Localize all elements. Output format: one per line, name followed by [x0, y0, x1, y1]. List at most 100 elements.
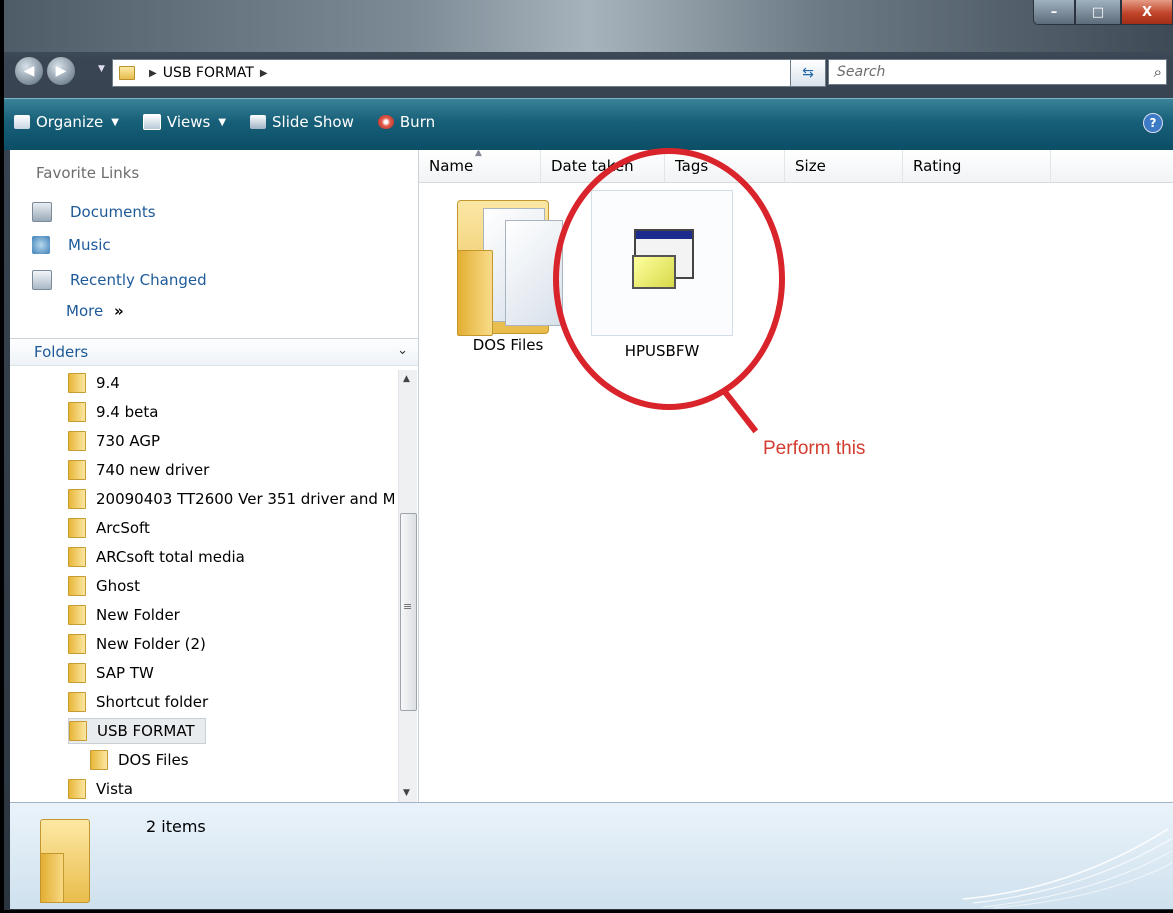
search-input[interactable]: Search ⌕: [828, 59, 1167, 85]
organize-icon: [14, 115, 30, 129]
column-name[interactable]: ▲ Name: [419, 148, 541, 182]
scroll-up-arrow-icon[interactable]: ▲: [403, 374, 410, 384]
folder-tree-item[interactable]: 9.4: [68, 370, 120, 396]
column-label: Rating: [913, 157, 962, 175]
views-label: Views: [166, 113, 211, 131]
folder-tree-label: DOS Files: [118, 751, 189, 769]
favorite-music[interactable]: Music: [32, 236, 111, 254]
folder-icon: [68, 576, 86, 596]
folder-icon: [119, 66, 135, 80]
annotation-circle: [553, 148, 785, 410]
folder-icon: [68, 402, 86, 422]
forward-button[interactable]: ▶: [46, 56, 76, 86]
folder-tree-item[interactable]: New Folder (2): [68, 631, 206, 657]
breadcrumb-separator-icon[interactable]: ▶: [149, 68, 157, 79]
organize-label: Organize: [36, 113, 104, 131]
folder-icon: [69, 721, 87, 741]
slideshow-icon: [250, 115, 267, 129]
search-placeholder: Search: [837, 64, 886, 80]
folder-tree-item[interactable]: 740 new driver: [68, 457, 209, 483]
folder-tree-scrollbar[interactable]: ▲ ≡ ▼: [398, 370, 417, 802]
folder-tree-item[interactable]: Vista: [68, 776, 133, 802]
close-button[interactable]: X: [1121, 0, 1173, 25]
file-item-label: DOS Files: [472, 336, 544, 354]
folders-header[interactable]: Folders ⌄: [10, 338, 418, 366]
folder-tree-label: Vista: [96, 780, 133, 798]
breadcrumb-usb-format[interactable]: USB FORMAT: [163, 65, 254, 81]
breadcrumb-separator-icon[interactable]: ▶: [260, 68, 268, 79]
file-list-pane: ▲ Name Date taken Tags Size Rating DOS F…: [419, 148, 1173, 802]
explorer-window: – □ X ◀ ▶ ▼ ▶ USB FORMAT ▶ ▼ ⇆ Search ⌕ …: [4, 0, 1173, 910]
folder-tree-item[interactable]: Shortcut folder: [68, 689, 208, 715]
folder-tree-label: 9.4: [96, 374, 120, 392]
folder-tree-item[interactable]: Ghost: [68, 573, 140, 599]
folder-tree-item[interactable]: SAP TW: [68, 660, 154, 686]
views-icon: [142, 114, 161, 130]
refresh-button[interactable]: ⇆: [790, 59, 826, 87]
slideshow-label: Slide Show: [272, 113, 354, 131]
folder-tree-label: 730 AGP: [96, 432, 161, 450]
search-icon[interactable]: ⌕: [1154, 63, 1162, 81]
folder-icon: [68, 518, 86, 538]
folder-icon: [68, 460, 86, 480]
folder-tree-item[interactable]: 9.4 beta: [68, 399, 158, 425]
folder-icon: [34, 813, 90, 903]
favorite-documents[interactable]: Documents: [32, 202, 156, 222]
column-rating[interactable]: Rating: [903, 150, 1051, 182]
details-pane: 2 items: [10, 802, 1173, 909]
folder-icon: [68, 634, 86, 654]
title-bar: – □ X: [4, 0, 1173, 52]
folder-tree-item[interactable]: ArcSoft: [68, 515, 150, 541]
folder-tree-label: Shortcut folder: [96, 693, 209, 711]
folder-tree-item[interactable]: USB FORMAT: [68, 718, 206, 744]
column-label: Size: [795, 157, 826, 175]
folder-tree-item[interactable]: DOS Files: [90, 747, 189, 773]
more-links[interactable]: More »: [66, 302, 124, 320]
folder-tree-label: 20090403 TT2600 Ver 351 driver and M: [96, 490, 394, 508]
help-button[interactable]: ?: [1143, 113, 1163, 133]
favorite-links-title: Favorite Links: [36, 164, 140, 182]
minimize-button[interactable]: –: [1033, 0, 1075, 25]
navigation-pane: Favorite Links Documents Music Recently …: [10, 150, 419, 802]
folder-icon: [68, 663, 86, 683]
burn-button[interactable]: Burn: [377, 113, 436, 131]
command-toolbar: Organize ▼ Views ▼ Slide Show Burn ?: [4, 98, 1173, 150]
maximize-button[interactable]: □: [1075, 0, 1121, 25]
folder-tree-label: New Folder: [96, 606, 180, 624]
recent-pages-dropdown[interactable]: ▼: [98, 64, 110, 78]
documents-icon: [32, 202, 52, 222]
address-bar[interactable]: ▶ USB FORMAT ▶ ▼: [112, 59, 822, 87]
favorite-label: Recently Changed: [70, 271, 207, 289]
scroll-down-arrow-icon[interactable]: ▼: [403, 788, 410, 798]
folder-tree-item[interactable]: 20090403 TT2600 Ver 351 driver and M: [68, 486, 394, 512]
back-button[interactable]: ◀: [14, 56, 44, 86]
slideshow-button[interactable]: Slide Show: [250, 113, 354, 131]
folder-icon: [68, 431, 86, 451]
folder-tree: 9.4 9.4 beta 730 AGP 740 new driver 20090403…: [10, 370, 394, 802]
burn-disc-icon: [377, 115, 394, 129]
favorite-recently-changed[interactable]: Recently Changed: [32, 270, 207, 290]
folder-tree-label: ArcSoft: [96, 519, 150, 537]
recently-changed-icon: [32, 270, 52, 290]
folder-icon: [68, 373, 86, 393]
folder-icon: [68, 547, 86, 567]
help-icon: ?: [1149, 116, 1157, 130]
folder-tree-label: Ghost: [96, 577, 141, 595]
scroll-grip-icon: ≡: [403, 600, 413, 613]
chevron-down-icon[interactable]: ⌄: [397, 343, 408, 358]
forward-arrow-icon: ▶: [55, 63, 67, 79]
column-label: Name: [429, 157, 474, 175]
navigation-bar: ◀ ▶ ▼ ▶ USB FORMAT ▶ ▼ ⇆ Search ⌕: [14, 56, 1173, 88]
folder-tree-item[interactable]: 730 AGP: [68, 428, 160, 454]
folder-tree-item[interactable]: New Folder: [68, 602, 180, 628]
views-button[interactable]: Views ▼: [142, 113, 226, 131]
item-count: 2 items: [146, 817, 206, 836]
folder-icon: [453, 190, 563, 336]
burn-label: Burn: [399, 113, 436, 131]
column-size[interactable]: Size: [785, 150, 903, 182]
more-label: More: [66, 302, 104, 320]
folder-tree-item[interactable]: ARCsoft total media: [68, 544, 245, 570]
back-arrow-icon: ◀: [23, 63, 35, 79]
organize-button[interactable]: Organize ▼: [14, 113, 119, 131]
folder-icon: [90, 750, 108, 770]
